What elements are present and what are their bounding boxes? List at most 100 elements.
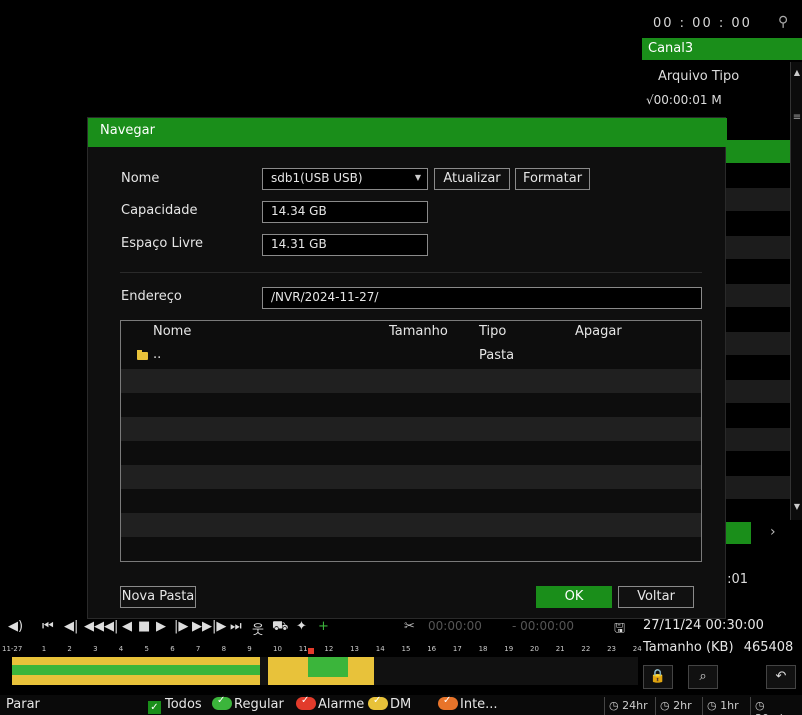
file-size-label: Tamanho (KB) [643,640,734,655]
volume-icon[interactable]: ◀) [8,619,23,634]
row-type: Pasta [479,348,515,363]
legend-all[interactable]: ✓ Todos [148,697,202,714]
legend-intel[interactable]: Inte... [438,695,498,712]
chevron-down-icon: ▼ [414,173,421,182]
device-select[interactable]: sdb1(USB USB) ▼ [262,168,428,190]
timeline-bar[interactable] [12,657,638,685]
file-list-row [726,332,790,355]
play-icon[interactable]: ▶ [156,619,166,634]
file-list-row [726,236,790,259]
range-2hr[interactable]: ◷ 2hr [655,697,696,715]
search-icon[interactable]: ⚲ [778,14,788,30]
file-list-selected-row[interactable] [726,140,790,163]
fast-rewind-icon[interactable]: ◀◀ [84,619,104,634]
file-list-row [726,476,790,499]
stop-icon[interactable]: ■ [138,619,150,634]
lock-icon[interactable]: 🔒 [643,665,673,689]
back-icon[interactable]: ↶ [766,665,796,689]
capacity-field: 14.34 GB [262,201,428,223]
timeline-tick-label: 18 [478,645,488,653]
timeline-tick-label: 23 [607,645,617,653]
table-row[interactable]: .. Pasta [121,345,701,369]
scroll-down-icon[interactable]: ▼ [791,502,802,511]
clip-scissors-icon[interactable]: ✂ [404,619,415,634]
save-clip-icon[interactable]: 🖫 [614,619,625,641]
table-row [121,417,701,441]
scroll-thumb[interactable]: ≡ [791,112,802,123]
timeline-cursor[interactable] [308,648,314,654]
new-folder-button[interactable]: Nova Pasta [120,586,196,608]
timeline-tick-label: 11-27 [2,645,23,653]
file-list-row [726,380,790,403]
range-24hr[interactable]: ◷ 24hr [604,697,652,715]
file-search-icon[interactable]: ⌕ [688,665,718,689]
skip-end-icon[interactable]: ⏭ [230,619,242,634]
timeline-tick-label: 6 [170,645,175,653]
timeline-tick-label: 20 [530,645,539,653]
file-list-row [726,428,790,451]
scroll-up-icon[interactable]: ▲ [791,68,802,77]
timeline-tick-label: 17 [452,645,462,653]
format-button[interactable]: Formatar [515,168,590,190]
legend-alarm[interactable]: Alarme [296,695,365,712]
timeline-tick-label: 14 [375,645,385,653]
vehicle-search-icon[interactable]: ⛟ [272,619,288,636]
timeline-tick-label: 5 [144,645,149,653]
timeline-tick-label: 7 [195,645,201,653]
refresh-button[interactable]: Atualizar [434,168,510,190]
range-30min[interactable]: ◷ 30min [750,697,802,715]
row-name: .. [153,347,162,362]
capacity-label: Capacidade [121,203,198,218]
step-forward-icon[interactable]: |▶ [212,619,226,634]
timeline-tick-label: 12 [324,645,334,653]
address-field: /NVR/2024-11-27/ [262,287,702,309]
file-size-value: 465408 [743,640,794,655]
column-size: Tamanho [389,324,448,339]
slow-forward-icon[interactable]: |▶ [174,619,188,634]
file-list-scrollbar[interactable]: ▲ ≡ ▼ [790,62,802,520]
slow-rewind-icon[interactable]: ◀| [104,619,118,634]
legend-alarm-label: Alarme [318,697,365,712]
table-row [121,537,701,561]
timeline-segment-regular [12,665,260,675]
timeline-tick-label: 8 [221,645,227,653]
md-toggle-icon [368,695,388,710]
legend-regular[interactable]: Regular [212,695,284,712]
timeline-tick-label: 15 [401,645,411,653]
regular-toggle-icon [212,695,232,710]
table-row [121,369,701,393]
skip-start-icon[interactable]: ⏮ [42,619,54,634]
back-button[interactable]: Voltar [618,586,694,608]
add-tag-icon[interactable]: + [318,619,329,634]
reverse-play-icon[interactable]: ◀ [122,619,132,634]
file-list-row [726,188,790,211]
stop-status: Parar [6,697,40,712]
file-type-header: Arquivo Tipo [658,69,740,84]
table-row [121,513,701,537]
legend-intel-label: Inte... [460,697,498,712]
range-1hr[interactable]: ◷ 1hr [702,697,743,715]
alarm-toggle-icon [296,695,316,710]
next-page-icon[interactable]: › [770,524,776,540]
fast-forward-icon[interactable]: ▶▶ [192,619,212,634]
free-space-label: Espaço Livre [121,236,204,251]
legend-md[interactable]: DM [368,695,411,712]
checkbox-icon: ✓ [148,701,161,714]
file-list-item[interactable]: √00:00:01 M [646,93,722,107]
timeline-tick-label: 19 [504,645,514,653]
smart-search-human-icon[interactable]: 웃 [252,619,264,638]
timeline-tick-label: 16 [427,645,437,653]
timeline-tick-label: 11 [298,645,308,653]
page-indicator[interactable] [726,522,751,544]
channel-selector[interactable]: Canal3 [642,38,802,60]
pin-tag-icon[interactable]: ✦ [296,619,307,634]
dialog-title: Navegar [88,118,727,147]
file-list-row [726,284,790,307]
address-label: Endereço [121,289,182,304]
step-back-icon[interactable]: ◀| [64,619,78,634]
ok-button[interactable]: OK [536,586,612,608]
timeline-tick-label: 3 [93,645,98,653]
column-name: Nome [153,324,192,339]
range-1hr-label: 1hr [720,699,739,712]
table-row [121,393,701,417]
